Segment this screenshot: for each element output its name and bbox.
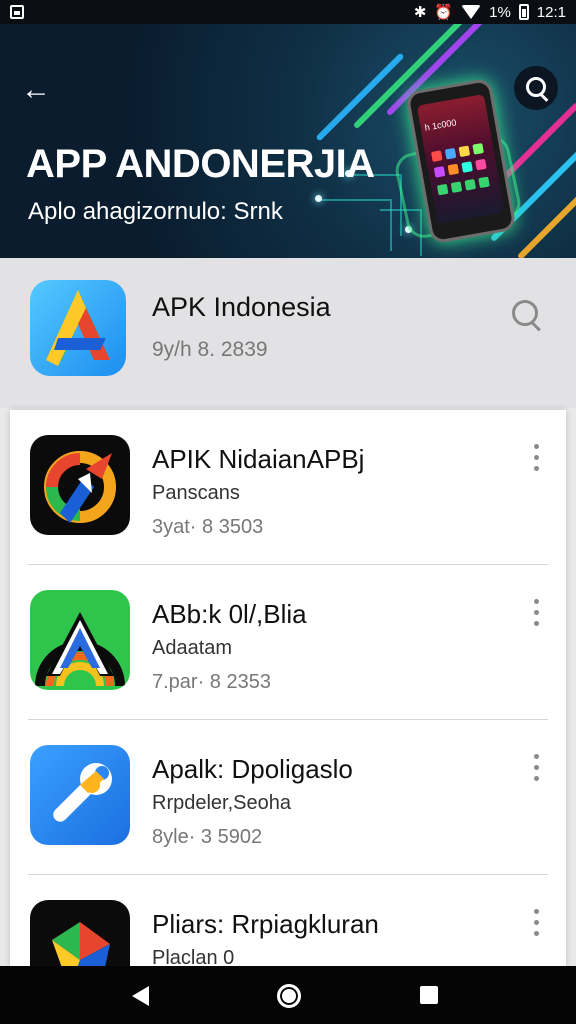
featured-search-button[interactable] [508, 296, 548, 336]
featured-app[interactable]: APK Indonesia 9y/h 8. 2839 [0, 258, 576, 408]
navigation-bar [0, 966, 576, 1024]
wifi-icon [461, 5, 482, 19]
decor-streak [516, 163, 576, 258]
app-icon [30, 900, 130, 970]
app-title: ABb:k 0l/,Blia [152, 599, 307, 629]
more-vert-icon[interactable] [526, 599, 546, 629]
nav-back-icon[interactable] [132, 986, 149, 1006]
nav-recent-icon[interactable] [420, 986, 438, 1004]
app-logo-icon [30, 280, 126, 376]
app-subtitle: Adaatam [152, 637, 233, 659]
hero-title: APP ANDONERJIA [26, 142, 375, 186]
clock: 12:1 [536, 3, 566, 21]
search-button[interactable] [514, 66, 558, 110]
list-item[interactable]: Apalk: Dpoligaslo Rrpdeler,Seoha 8yle· 3… [10, 720, 566, 875]
more-vert-icon[interactable] [526, 909, 546, 939]
bluetooth-icon: ✱ [413, 4, 427, 21]
decor-streak [315, 52, 405, 142]
hero-subtitle: Aplo ahagizornulo: Srnk [28, 198, 283, 225]
app-subtitle: Rrpdeler,Seoha [152, 792, 291, 814]
battery-percent: 1% [489, 3, 511, 21]
battery-icon [518, 4, 529, 20]
app-icon [30, 745, 130, 845]
app-icon [30, 435, 130, 535]
hero-banner: h 1c000 ← APP ANDONERJIA Aplo ahagizornu… [0, 24, 576, 258]
list-item[interactable]: ABb:k 0l/,Blia Adaatam 7.par· 8 2353 [10, 565, 566, 720]
app-list: APIK NidaianAPBj Panscans 3yat· 8 3503 A… [10, 410, 566, 970]
app-title: Apalk: Dpoligaslo [152, 754, 353, 784]
phone-screen-text: h 1c000 [423, 117, 458, 133]
more-vert-icon[interactable] [526, 444, 546, 474]
featured-title: APK Indonesia [152, 292, 331, 322]
decor-dot [315, 195, 322, 202]
arrow-left-icon: ← [21, 73, 51, 106]
app-meta: 3yat· 8 3503 [152, 516, 264, 538]
app-subtitle: Panscans [152, 482, 240, 504]
back-button[interactable]: ← [18, 72, 54, 108]
app-icon [30, 590, 130, 690]
app-title: APIK NidaianAPBj [152, 444, 365, 474]
app-title: Pliars: Rrpiagkluran [152, 909, 379, 939]
alarm-icon: ⏰ [434, 4, 454, 21]
more-vert-icon[interactable] [526, 754, 546, 784]
app-meta: 7.par· 8 2353 [152, 671, 271, 693]
app-meta: 8yle· 3 5902 [152, 826, 263, 848]
image-notification-icon [10, 5, 24, 19]
list-item[interactable]: APIK NidaianAPBj Panscans 3yat· 8 3503 [10, 410, 566, 565]
featured-meta: 9y/h 8. 2839 [152, 338, 268, 361]
list-item[interactable]: Pliars: Rrpiagkluran Placlan 0 [10, 875, 566, 970]
nav-home-icon[interactable] [277, 984, 301, 1008]
status-bar: ✱ ⏰ 1% 12:1 [0, 0, 576, 24]
